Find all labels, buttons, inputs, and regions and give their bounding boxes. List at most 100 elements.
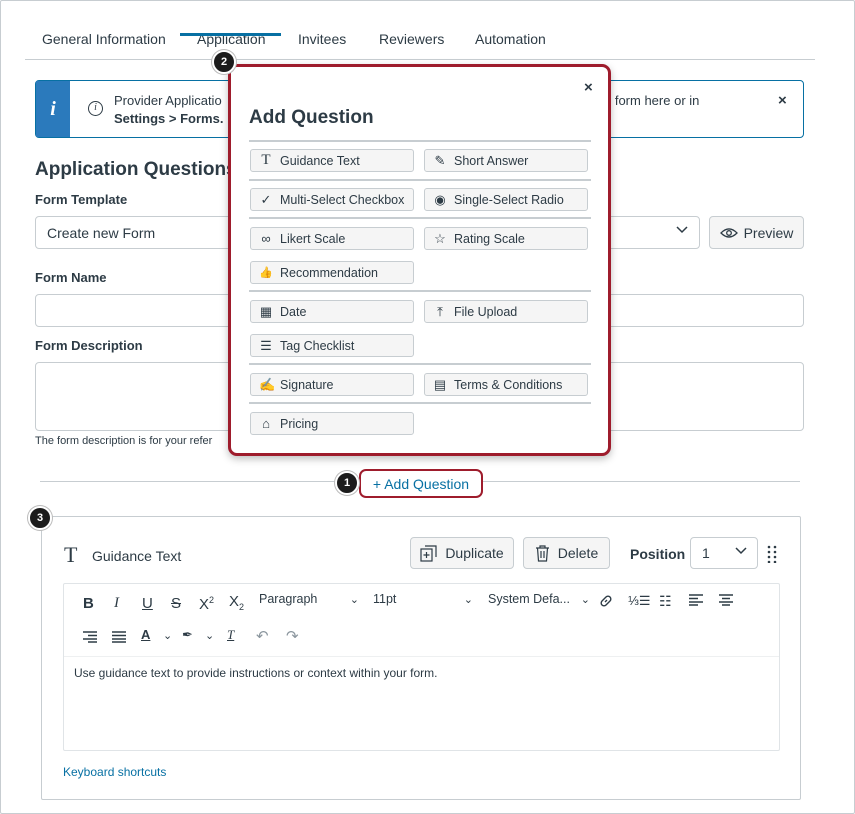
question-type-label: Pricing [280,416,319,431]
form-template-label: Form Template [35,192,128,207]
add-question-popover: × Add Question T Guidance Text ✎ Short A… [228,64,611,456]
divider [249,363,591,365]
question-type-pricing[interactable]: ⌂ Pricing [250,412,414,435]
question-type-label: Recommendation [280,265,378,280]
question-type-single-select-radio[interactable]: ◉ Single-Select Radio [424,188,588,211]
question-type-multi-select-checkbox[interactable]: ✓ Multi-Select Checkbox [250,188,414,211]
popover-title: Add Question [249,107,374,128]
question-type-terms-conditions[interactable]: ▤ Terms & Conditions [424,373,588,396]
form-name-label: Form Name [35,270,107,285]
question-type-label: Date [280,304,307,319]
font-family-value: System Defa... [488,592,570,606]
signature-icon: ✍ [259,376,276,392]
chevron-down-icon [734,544,748,559]
divider [249,179,591,181]
form-description-label: Form Description [35,338,143,353]
question-type-date[interactable]: ▦ Date [250,300,414,323]
upload-icon: ⤒ [437,303,443,319]
duplicate-button[interactable]: Duplicate [410,537,514,569]
chevron-down-icon [675,222,689,238]
superscript-icon[interactable]: X2 [199,595,214,613]
guidance-text-icon: T [64,542,78,567]
price-tag-icon: ⌂ [262,416,270,431]
callout-badge-1: 1 [335,471,359,495]
underline-icon[interactable]: U [142,595,153,612]
divider [249,402,591,404]
eye-icon [719,227,738,238]
italic-icon[interactable]: I [114,595,119,612]
position-label: Position [630,546,686,562]
question-type-label: Terms & Conditions [454,377,563,392]
redo-icon[interactable]: ↷ [286,627,299,645]
link-icon[interactable] [598,593,614,613]
star-icon: ☆ [434,230,446,246]
question-type-guidance-text[interactable]: T Guidance Text [250,149,414,172]
text-color-icon[interactable]: A [141,627,150,642]
duplicate-icon [420,544,437,562]
editor-toolbar: B I U S X2 X2 Paragraph ⌄ 11pt ⌄ System De… [64,584,779,657]
question-type-label: Single-Select Radio [454,192,564,207]
chevron-down-icon: ⌄ [349,594,359,606]
add-question-button[interactable]: + Add Question [359,469,483,498]
tab-invitees[interactable]: Invitees [298,31,346,47]
divider [249,140,591,142]
align-center-icon[interactable] [719,593,733,610]
info-circle-icon: i [88,101,103,116]
preview-label: Preview [743,224,794,241]
close-icon[interactable]: × [584,79,593,96]
delete-button[interactable]: Delete [523,537,610,569]
tab-general-information[interactable]: General Information [42,31,166,47]
preview-button[interactable]: Preview [709,216,804,249]
list-icon: ☰ [260,337,272,353]
bold-icon[interactable]: B [83,595,94,612]
callout-badge-2: 2 [212,50,236,74]
subscript-icon[interactable]: X2 [229,593,244,612]
question-type-label: Guidance Text [280,153,360,168]
callout-badge-3: 3 [28,506,52,530]
radio-icon: ◉ [434,191,446,207]
rich-text-editor: B I U S X2 X2 Paragraph ⌄ 11pt ⌄ System De… [63,583,780,751]
align-left-icon[interactable] [689,593,703,610]
question-type-recommendation[interactable]: 👍 Recommendation [250,261,414,284]
chevron-down-icon: ⌄ [463,594,473,606]
chevron-down-icon[interactable]: ⌄ [205,629,214,642]
duplicate-label: Duplicate [445,545,504,561]
drag-handle-icon[interactable] [767,545,777,563]
question-type-file-upload[interactable]: ⤒ File Upload [424,300,588,323]
question-type-label: Likert Scale [280,231,346,246]
editor-content[interactable]: Use guidance text to provide instruction… [74,666,438,680]
question-type-likert-scale[interactable]: ∞ Likert Scale [250,227,414,250]
trash-icon [535,544,549,562]
chevron-down-icon[interactable]: ⌄ [163,629,172,642]
question-type-title: Guidance Text [92,548,182,564]
keyboard-shortcuts-link[interactable]: Keyboard shortcuts [63,765,166,779]
paragraph-select[interactable]: Paragraph ⌄ [259,592,359,616]
question-type-label: Short Answer [454,153,529,168]
question-type-label: File Upload [454,304,518,319]
likert-scale-icon: ∞ [261,231,271,246]
question-type-signature[interactable]: ✍ Signature [250,373,414,396]
undo-icon[interactable]: ↶ [256,627,269,645]
delete-label: Delete [557,545,599,561]
question-type-rating-scale[interactable]: ☆ Rating Scale [424,227,588,250]
banner-text-end: n form here or in [604,93,700,108]
align-right-icon[interactable] [83,630,97,647]
checkmark-icon: ✓ [260,191,272,207]
tab-bar: General Information Application Invitees… [25,24,815,60]
question-type-label: Signature [280,377,334,392]
calendar-icon: ▦ [259,303,273,319]
strikethrough-icon[interactable]: S [171,595,181,612]
bullet-list-icon[interactable]: ☷ [659,593,672,610]
banner-close-icon[interactable]: × [778,92,787,109]
highlight-color-icon[interactable]: ✒ [182,627,193,643]
page-title: Application Questions [35,159,237,180]
clear-formatting-icon[interactable]: T [227,627,234,643]
font-size-select[interactable]: 11pt ⌄ [373,592,473,616]
justify-icon[interactable] [112,630,126,647]
tab-automation[interactable]: Automation [475,31,546,47]
tab-reviewers[interactable]: Reviewers [379,31,444,47]
question-type-short-answer[interactable]: ✎ Short Answer [424,149,588,172]
font-family-select[interactable]: System Defa... ⌄ [488,592,590,616]
numbered-list-icon[interactable]: ⅓☰ [628,593,651,609]
question-type-tag-checklist[interactable]: ☰ Tag Checklist [250,334,414,357]
